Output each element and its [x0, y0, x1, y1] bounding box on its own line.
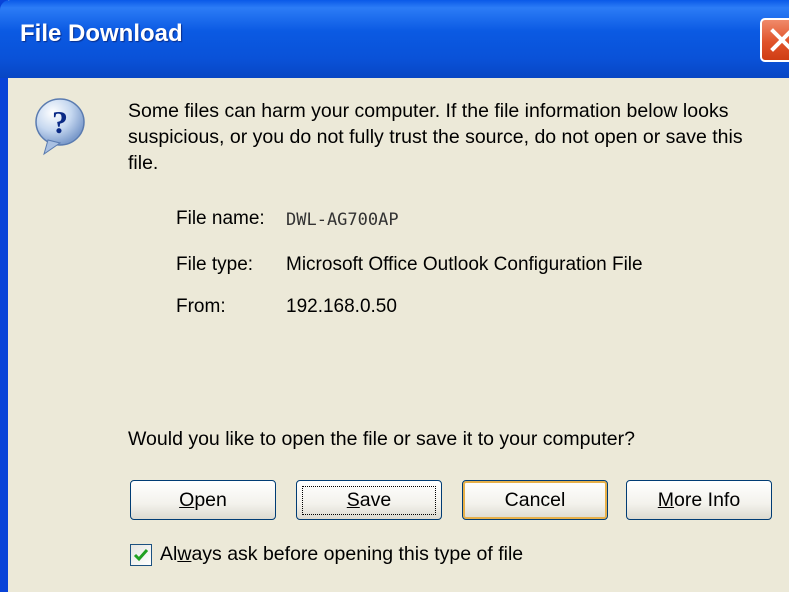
- dialog-title: File Download: [20, 20, 183, 47]
- file-type-value: Microsoft Office Outlook Configuration F…: [286, 254, 643, 275]
- file-download-dialog: File Download ? Some files can harm your…: [0, 0, 789, 592]
- close-icon: [770, 28, 789, 52]
- svg-text:?: ?: [52, 104, 68, 140]
- open-button[interactable]: Open: [130, 480, 276, 520]
- always-ask-checkbox[interactable]: [130, 544, 152, 566]
- close-button[interactable]: [760, 18, 789, 62]
- from-label: From:: [176, 296, 226, 317]
- checkmark-icon: [133, 549, 149, 562]
- question-text: Would you like to open the file or save …: [128, 428, 635, 450]
- file-name-value: DWL-AG700AP: [286, 210, 399, 230]
- from-value: 192.168.0.50: [286, 296, 397, 317]
- more-info-button[interactable]: More Info: [626, 480, 772, 520]
- dialog-content: ? Some files can harm your computer. If …: [8, 78, 789, 592]
- always-ask-label: Always ask before opening this type of f…: [160, 543, 524, 565]
- file-type-label: File type:: [176, 254, 254, 275]
- warning-text: Some files can harm your computer. If th…: [128, 100, 743, 174]
- question-mark-icon: ?: [32, 96, 88, 156]
- file-name-label: File name:: [176, 208, 265, 229]
- cancel-button[interactable]: Cancel: [462, 480, 608, 520]
- title-bar[interactable]: File Download: [0, 0, 789, 78]
- save-button[interactable]: Save: [296, 480, 442, 520]
